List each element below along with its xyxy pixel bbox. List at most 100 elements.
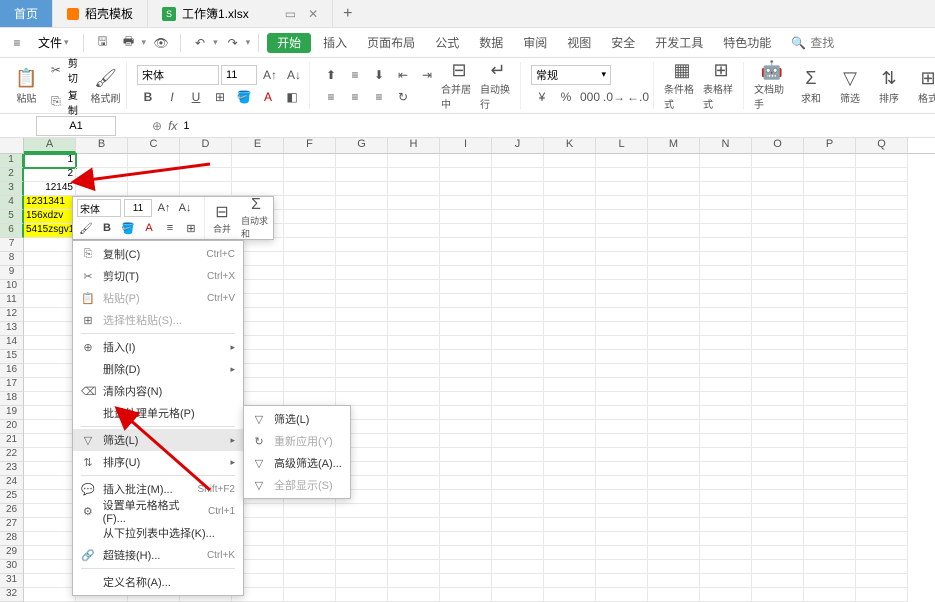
cell[interactable] xyxy=(440,574,492,588)
font-color-button[interactable]: A xyxy=(257,87,279,107)
cell[interactable] xyxy=(648,434,700,448)
cell[interactable] xyxy=(752,280,804,294)
cell[interactable] xyxy=(544,322,596,336)
cell[interactable] xyxy=(856,574,908,588)
cell[interactable] xyxy=(544,336,596,350)
ctx-delete[interactable]: 删除(D)▸ xyxy=(73,358,243,380)
cell[interactable] xyxy=(596,588,648,602)
row-header[interactable]: 16 xyxy=(0,364,24,378)
cell[interactable] xyxy=(752,546,804,560)
row-header[interactable]: 10 xyxy=(0,280,24,294)
cell[interactable] xyxy=(336,364,388,378)
add-tab-button[interactable]: + xyxy=(333,5,362,23)
cell[interactable] xyxy=(24,378,76,392)
cell[interactable] xyxy=(700,490,752,504)
row-header[interactable]: 2 xyxy=(0,168,24,182)
cell[interactable] xyxy=(388,252,440,266)
cell[interactable] xyxy=(336,588,388,602)
cell[interactable] xyxy=(700,308,752,322)
cell[interactable] xyxy=(440,210,492,224)
cell[interactable] xyxy=(856,420,908,434)
cell[interactable] xyxy=(284,224,336,238)
ctx-format-cell[interactable]: ⚙设置单元格格式(F)...Ctrl+1 xyxy=(73,500,243,522)
cell[interactable] xyxy=(804,546,856,560)
cell[interactable] xyxy=(648,210,700,224)
cell[interactable] xyxy=(24,490,76,504)
cell[interactable] xyxy=(24,280,76,294)
cell[interactable] xyxy=(544,574,596,588)
cell[interactable] xyxy=(492,336,544,350)
row-header[interactable]: 9 xyxy=(0,266,24,280)
tab-restore-icon[interactable]: ▭ xyxy=(285,7,296,21)
cell[interactable] xyxy=(804,238,856,252)
cell[interactable] xyxy=(856,462,908,476)
filter-button[interactable]: ▽筛选 xyxy=(832,62,868,110)
mini-font-name[interactable] xyxy=(77,199,121,217)
cell[interactable] xyxy=(596,238,648,252)
cell[interactable] xyxy=(596,532,648,546)
cell[interactable] xyxy=(648,378,700,392)
cell[interactable] xyxy=(440,560,492,574)
cell[interactable] xyxy=(856,266,908,280)
cell[interactable] xyxy=(648,238,700,252)
cell[interactable]: 12145 xyxy=(24,182,76,196)
cell[interactable] xyxy=(440,434,492,448)
mini-align-button[interactable]: ≡ xyxy=(161,219,179,237)
cell[interactable] xyxy=(336,238,388,252)
cell[interactable] xyxy=(648,322,700,336)
cell[interactable] xyxy=(804,252,856,266)
cell[interactable] xyxy=(804,518,856,532)
cell[interactable] xyxy=(492,350,544,364)
cell[interactable] xyxy=(648,560,700,574)
cell[interactable] xyxy=(388,336,440,350)
cell[interactable] xyxy=(544,210,596,224)
cell[interactable] xyxy=(700,154,752,168)
cell[interactable] xyxy=(752,154,804,168)
doc-assist-button[interactable]: 🤖文档助手 xyxy=(754,62,790,110)
cell[interactable] xyxy=(544,560,596,574)
cell[interactable] xyxy=(544,490,596,504)
col-header-I[interactable]: I xyxy=(440,138,492,153)
cell[interactable] xyxy=(752,308,804,322)
indent-right-icon[interactable]: ⇥ xyxy=(416,65,438,85)
cell[interactable] xyxy=(492,294,544,308)
cell[interactable] xyxy=(648,518,700,532)
ctx-hyperlink[interactable]: 🔗超链接(H)...Ctrl+K xyxy=(73,544,243,566)
cell[interactable] xyxy=(700,462,752,476)
cell[interactable] xyxy=(544,420,596,434)
cell[interactable] xyxy=(284,168,336,182)
cell[interactable] xyxy=(284,294,336,308)
ctx-cut[interactable]: ✂剪切(T)Ctrl+X xyxy=(73,265,243,287)
cell[interactable] xyxy=(648,196,700,210)
cell[interactable] xyxy=(492,266,544,280)
cell[interactable] xyxy=(24,560,76,574)
cell[interactable] xyxy=(856,238,908,252)
cell[interactable] xyxy=(804,364,856,378)
cell[interactable] xyxy=(856,476,908,490)
col-header-G[interactable]: G xyxy=(336,138,388,153)
cell[interactable] xyxy=(440,252,492,266)
ctx-dropdown[interactable]: 从下拉列表中选择(K)... xyxy=(73,522,243,544)
row-header[interactable]: 21 xyxy=(0,434,24,448)
col-header-F[interactable]: F xyxy=(284,138,336,153)
cell[interactable] xyxy=(440,448,492,462)
cell[interactable] xyxy=(388,378,440,392)
cell[interactable] xyxy=(440,518,492,532)
cell[interactable] xyxy=(752,168,804,182)
font-size-input[interactable] xyxy=(221,65,257,85)
cell[interactable] xyxy=(24,518,76,532)
cell[interactable] xyxy=(804,182,856,196)
row-header[interactable]: 18 xyxy=(0,392,24,406)
cell[interactable] xyxy=(700,378,752,392)
cell[interactable] xyxy=(544,154,596,168)
cell[interactable] xyxy=(700,294,752,308)
cell[interactable] xyxy=(596,308,648,322)
comma-icon[interactable]: 000 xyxy=(579,87,601,107)
cell[interactable] xyxy=(440,182,492,196)
cell[interactable] xyxy=(596,364,648,378)
cell[interactable] xyxy=(544,294,596,308)
font-name-input[interactable] xyxy=(137,65,219,85)
cell[interactable] xyxy=(804,588,856,602)
cell[interactable] xyxy=(856,546,908,560)
cell[interactable] xyxy=(440,196,492,210)
